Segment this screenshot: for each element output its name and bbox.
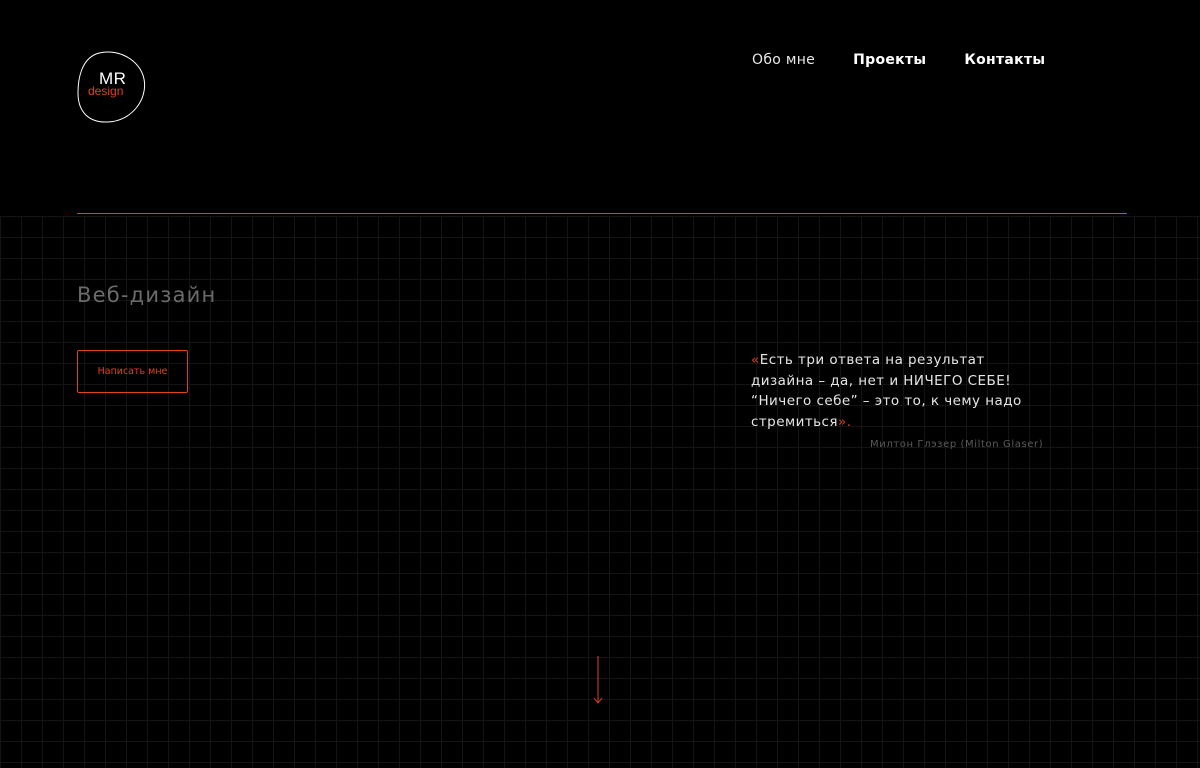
logo-design-text: design [88,84,124,98]
header-divider [77,213,1127,214]
quote-body: Есть три ответа на результат дизайна – д… [751,352,1022,430]
arrow-down-icon[interactable] [593,656,603,704]
nav-item-contacts[interactable]: Контакты [964,52,1045,68]
page-title: Веб-дизайн [77,283,217,307]
quote-open-mark: « [751,352,760,368]
contact-me-button[interactable]: Написать мне [77,350,188,393]
quote-author: Милтон Глэзер (Milton Glaser) [870,439,1044,450]
nav-item-projects[interactable]: Проекты [853,52,926,68]
main-nav: Обо мне Проекты Контакты [752,52,1045,68]
logo[interactable]: MR design [76,51,148,125]
nav-item-about[interactable]: Обо мне [752,52,815,68]
quote-close-mark: ». [837,413,852,430]
quote-text: «Есть три ответа на результат дизайна – … [751,350,1051,432]
